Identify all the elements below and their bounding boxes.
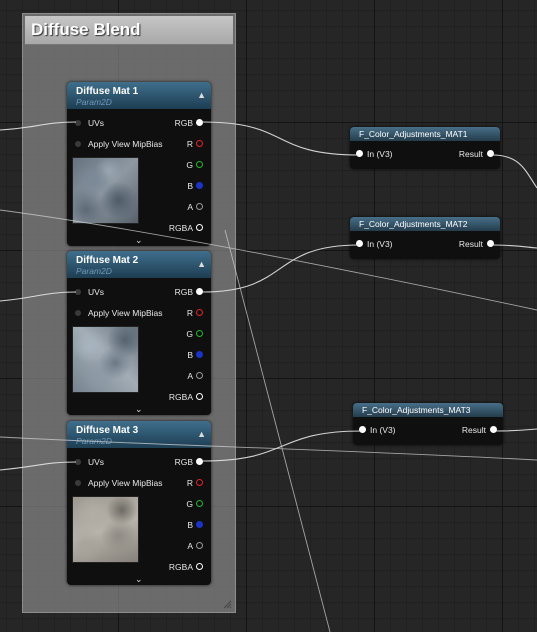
output-pin-g[interactable]: G bbox=[186, 498, 203, 510]
node-title: Diffuse Mat 2 bbox=[76, 255, 139, 266]
texture-thumbnail bbox=[72, 496, 139, 563]
output-pin-result[interactable]: Result bbox=[459, 239, 494, 249]
pin-label: Result bbox=[461, 425, 486, 435]
input-pin-uvs[interactable]: UVs bbox=[75, 117, 104, 129]
output-pin-rgb[interactable]: RGB bbox=[175, 456, 203, 468]
chevron-down-icon[interactable]: ⌄ bbox=[135, 574, 143, 585]
node-title[interactable]: F_Color_Adjustments_MAT2 bbox=[350, 217, 500, 231]
node-header[interactable]: Diffuse Mat 3 Param2D ▲ bbox=[67, 421, 211, 448]
comment-title[interactable]: Diffuse Blend bbox=[25, 16, 233, 45]
output-pin-result[interactable]: Result bbox=[459, 149, 494, 159]
node-header[interactable]: Diffuse Mat 1 Param2D ▲ bbox=[67, 82, 211, 109]
input-pin-in-v3[interactable]: In (V3) bbox=[356, 239, 393, 249]
output-pin-rgba[interactable]: RGBA bbox=[169, 561, 203, 573]
node-header[interactable]: Diffuse Mat 2 Param2D ▲ bbox=[67, 251, 211, 278]
pin-label: B bbox=[187, 181, 193, 191]
output-pin-rgb[interactable]: RGB bbox=[175, 117, 203, 129]
pin-label: G bbox=[186, 329, 193, 339]
pin-label: RGBA bbox=[168, 392, 193, 402]
node-subtitle: Param2D bbox=[76, 97, 112, 107]
input-pin-in-v3[interactable]: In (V3) bbox=[359, 425, 396, 435]
wire-pass-3 bbox=[224, 229, 331, 632]
pin-label: RGB bbox=[174, 457, 193, 467]
chevron-up-icon[interactable]: ▲ bbox=[197, 90, 206, 100]
node-title: Diffuse Mat 1 bbox=[76, 86, 139, 97]
pin-label: RGB bbox=[174, 118, 193, 128]
pin-label: In (V3) bbox=[367, 149, 393, 159]
texture-node-diffuse-mat-2[interactable]: Diffuse Mat 2 Param2D ▲ UVs Apply View M… bbox=[67, 251, 211, 415]
texture-node-diffuse-mat-3[interactable]: Diffuse Mat 3 Param2D ▲ UVs Apply View M… bbox=[67, 421, 211, 585]
output-pin-a[interactable]: A bbox=[187, 540, 203, 552]
pin-label: R bbox=[186, 308, 193, 318]
node-title[interactable]: F_Color_Adjustments_MAT3 bbox=[353, 403, 503, 417]
pin-label: UVs bbox=[88, 287, 105, 297]
pin-label: B bbox=[187, 350, 193, 360]
pin-label: UVs bbox=[88, 457, 105, 467]
pin-label: G bbox=[186, 499, 193, 509]
output-pin-r[interactable]: R bbox=[187, 138, 203, 150]
pin-label: RGBA bbox=[168, 223, 193, 233]
resize-grip-icon[interactable] bbox=[223, 600, 232, 609]
output-pin-b[interactable]: B bbox=[187, 349, 203, 361]
node-title[interactable]: F_Color_Adjustments_MAT1 bbox=[350, 127, 500, 141]
output-pin-g[interactable]: G bbox=[186, 328, 203, 340]
output-pin-b[interactable]: B bbox=[187, 180, 203, 192]
node-subtitle: Param2D bbox=[76, 266, 112, 276]
function-node-color-adjustments-mat3[interactable]: F_Color_Adjustments_MAT3 In (V3) Result bbox=[353, 403, 503, 445]
pin-label: A bbox=[187, 371, 193, 381]
pin-label: G bbox=[186, 160, 193, 170]
pin-label: In (V3) bbox=[367, 239, 393, 249]
input-pin-in-v3[interactable]: In (V3) bbox=[356, 149, 393, 159]
chevron-down-icon[interactable]: ⌄ bbox=[135, 235, 143, 246]
chevron-up-icon[interactable]: ▲ bbox=[197, 429, 206, 439]
pin-label: RGB bbox=[174, 287, 193, 297]
pin-label: B bbox=[187, 520, 193, 530]
output-pin-g[interactable]: G bbox=[186, 159, 203, 171]
function-node-color-adjustments-mat1[interactable]: F_Color_Adjustments_MAT1 In (V3) Result bbox=[350, 127, 500, 169]
node-subtitle: Param2D bbox=[76, 436, 112, 446]
output-pin-rgba[interactable]: RGBA bbox=[169, 391, 203, 403]
texture-thumbnail bbox=[72, 326, 139, 393]
output-pin-rgb[interactable]: RGB bbox=[175, 286, 203, 298]
pin-label: R bbox=[186, 139, 193, 149]
input-pin-apply-view-mipbias[interactable]: Apply View MipBias bbox=[75, 307, 163, 319]
node-title: Diffuse Mat 3 bbox=[76, 425, 139, 436]
output-pin-rgba[interactable]: RGBA bbox=[169, 222, 203, 234]
input-pin-apply-view-mipbias[interactable]: Apply View MipBias bbox=[75, 138, 163, 150]
texture-node-diffuse-mat-1[interactable]: Diffuse Mat 1 Param2D ▲ UVs Apply View M… bbox=[67, 82, 211, 246]
pin-label: Result bbox=[458, 239, 483, 249]
output-pin-b[interactable]: B bbox=[187, 519, 203, 531]
function-node-color-adjustments-mat2[interactable]: F_Color_Adjustments_MAT2 In (V3) Result bbox=[350, 217, 500, 259]
pin-label: Apply View MipBias bbox=[88, 308, 163, 318]
input-pin-uvs[interactable]: UVs bbox=[75, 286, 104, 298]
input-pin-apply-view-mipbias[interactable]: Apply View MipBias bbox=[75, 477, 163, 489]
pin-label: UVs bbox=[88, 118, 105, 128]
pin-label: A bbox=[187, 541, 193, 551]
pin-label: Result bbox=[458, 149, 483, 159]
pin-label: RGBA bbox=[168, 562, 193, 572]
texture-thumbnail bbox=[72, 157, 139, 224]
pin-label: Apply View MipBias bbox=[88, 139, 163, 149]
output-pin-a[interactable]: A bbox=[187, 201, 203, 213]
pin-label: In (V3) bbox=[370, 425, 396, 435]
output-pin-r[interactable]: R bbox=[187, 307, 203, 319]
output-pin-a[interactable]: A bbox=[187, 370, 203, 382]
pin-label: Apply View MipBias bbox=[88, 478, 163, 488]
pin-label: A bbox=[187, 202, 193, 212]
output-pin-r[interactable]: R bbox=[187, 477, 203, 489]
chevron-up-icon[interactable]: ▲ bbox=[197, 259, 206, 269]
input-pin-uvs[interactable]: UVs bbox=[75, 456, 104, 468]
output-pin-result[interactable]: Result bbox=[462, 425, 497, 435]
chevron-down-icon[interactable]: ⌄ bbox=[135, 404, 143, 415]
pin-label: R bbox=[186, 478, 193, 488]
